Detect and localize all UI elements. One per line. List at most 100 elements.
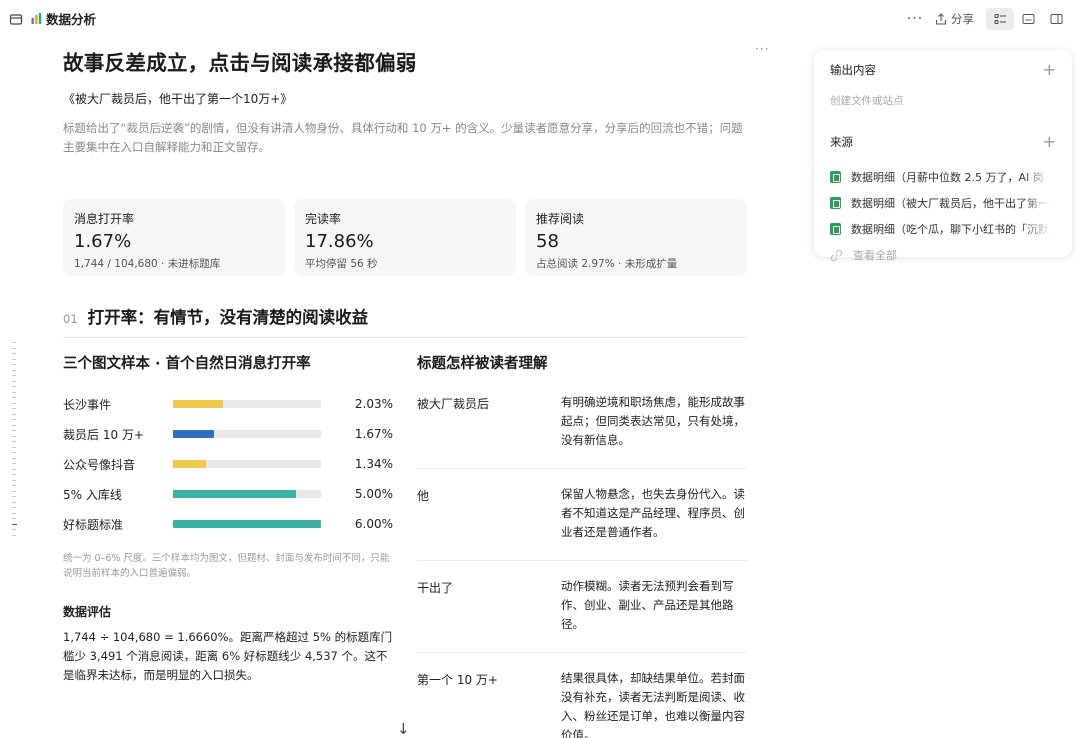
- scroll-minimap[interactable]: [12, 342, 17, 536]
- bar-track: [173, 490, 321, 498]
- sidebar-icon: [1050, 14, 1062, 24]
- bar-track: [173, 520, 321, 528]
- row-desc: 动作模糊。读者无法预判会看到写作、创业、副业、产品还是其他路径。: [561, 579, 734, 631]
- share-label: 分享: [951, 12, 974, 26]
- reader-title: 标题怎样被读者理解: [417, 356, 548, 372]
- minimap-tick: [12, 468, 16, 470]
- folder-icon[interactable]: [9, 12, 23, 26]
- bar-fill: [173, 520, 321, 528]
- minimap-tick: [12, 446, 16, 448]
- minimap-tick: [12, 452, 16, 453]
- section-columns: 三个图文样本 · 首个自然日消息打开率 长沙事件 2.03% 裁员后 10 万+…: [63, 352, 747, 738]
- preview-button[interactable]: [1014, 8, 1042, 30]
- row-desc: 有明确逆境和职场焦虑，能形成故事起点；但同类表达常见，只有处境，没有新信息。: [561, 395, 745, 447]
- window-icon: [1022, 14, 1034, 24]
- block-more-button[interactable]: ···: [755, 42, 769, 56]
- section-heading: 01 打开率：有情节，没有清楚的阅读收益: [63, 304, 747, 338]
- output-label: 输出内容: [830, 63, 876, 77]
- document-title-text: 数据分析: [46, 12, 97, 27]
- metric-card: 推荐阅读 58 占总阅读 2.97% · 未形成扩量: [525, 199, 747, 276]
- bar-fill: [173, 430, 215, 438]
- minimap-tick: [12, 375, 16, 376]
- minimap-tick: [12, 479, 16, 481]
- more-options-button[interactable]: ···: [901, 9, 929, 29]
- bar-track: [173, 430, 321, 438]
- minimap-tick: [12, 518, 16, 519]
- output-header: 输出内容 +: [830, 62, 1056, 78]
- metric-value: 1.67%: [74, 231, 132, 252]
- source-name: 数据明细（月薪中位数 2.5 万了，AI 岗: [851, 171, 1044, 184]
- main-content: 故事反差成立，点击与阅读承接都偏弱 《被大厂裁员后，他干出了第一个10万+》 标…: [63, 40, 747, 738]
- top-bar-right: ··· 分享: [901, 8, 1070, 30]
- bar-value: 5.00%: [354, 487, 393, 501]
- sidebar-toggle-button[interactable]: [1042, 8, 1070, 30]
- bar-chart-icon: [31, 13, 42, 24]
- top-bar-left: 数据分析: [9, 9, 96, 28]
- summary-text: 标题给出了“裁员后逆袭”的剧情，但没有讲清人物身份、具体行动和 10 万+ 的含…: [63, 121, 743, 154]
- minimap-tick: [12, 408, 16, 409]
- minimap-tick: [12, 435, 16, 437]
- open-rate-column: 三个图文样本 · 首个自然日消息打开率 长沙事件 2.03% 裁员后 10 万+…: [63, 352, 403, 738]
- minimap-tick: [12, 501, 16, 503]
- share-button[interactable]: 分享: [929, 9, 980, 29]
- bar-track: [173, 460, 321, 468]
- bar-track: [173, 400, 321, 408]
- source-list: 数据明细（月薪中位数 2.5 万了，AI 岗 数据明细（被大厂裁员后，他干出了第…: [830, 164, 1056, 268]
- minimap-tick: [12, 358, 16, 360]
- metric-value: 17.86%: [305, 231, 374, 252]
- document-title[interactable]: 数据分析: [31, 9, 96, 28]
- add-output-button[interactable]: +: [1043, 62, 1056, 78]
- bars-title: 三个图文样本 · 首个自然日消息打开率: [63, 356, 311, 372]
- add-source-button[interactable]: +: [1043, 134, 1056, 150]
- minimap-tick: [12, 386, 16, 387]
- bar-row: 长沙事件 2.03%: [63, 389, 403, 419]
- source-item[interactable]: 数据明细（被大厂裁员后，他干出了第一: [830, 190, 1056, 216]
- metric-card: 完读率 17.86% 平均停留 56 秒: [294, 199, 516, 276]
- minimap-tick: [12, 529, 16, 530]
- source-item[interactable]: 数据明细（月薪中位数 2.5 万了，AI 岗: [830, 164, 1056, 190]
- outline-toggle-button[interactable]: [986, 8, 1014, 30]
- eval-title: 数据评估: [63, 605, 112, 619]
- bar-value: 6.00%: [354, 517, 393, 531]
- bar-label: 长沙事件: [63, 397, 112, 412]
- minimap-tick: [12, 424, 16, 426]
- source-header: 来源 +: [830, 134, 1056, 150]
- spreadsheet-icon: [830, 171, 841, 183]
- row-desc: 保留人物悬念，也失去身份代入。读者不知道这是产品经理、程序员、创业者还是普通作者…: [561, 487, 745, 539]
- minimap-tick: [12, 364, 16, 365]
- minimap-tick-current: [12, 523, 17, 525]
- bar-value: 1.34%: [354, 457, 393, 471]
- minimap-tick: [12, 353, 16, 354]
- top-bar: 数据分析 ··· 分享: [0, 0, 1080, 36]
- spreadsheet-icon: [830, 197, 841, 209]
- bar-label: 公众号像抖音: [63, 457, 136, 472]
- metric-cards: 消息打开率 1.67% 1,744 / 104,680 · 未进标题库 完读率 …: [63, 199, 747, 276]
- spreadsheet-icon: [830, 223, 841, 235]
- metric-card: 消息打开率 1.67% 1,744 / 104,680 · 未进标题库: [63, 199, 285, 276]
- share-icon: [935, 13, 947, 25]
- view-all-button[interactable]: 查看全部: [830, 242, 1056, 268]
- reader-column: 标题怎样被读者理解 被大厂裁员后 有明确逆境和职场焦虑，能形成故事起点；但同类表…: [417, 352, 747, 738]
- section-number: 01: [63, 312, 78, 326]
- bar-label: 裁员后 10 万+: [63, 427, 144, 442]
- minimap-tick: [12, 342, 16, 343]
- metric-sub: 平均停留 56 秒: [305, 258, 378, 270]
- section-title: 打开率：有情节，没有清楚的阅读收益: [87, 308, 369, 327]
- link-icon: [830, 249, 843, 261]
- minimap-tick: [12, 441, 16, 442]
- row-term: 他: [417, 489, 430, 503]
- bar-row: 裁员后 10 万+ 1.67%: [63, 419, 403, 449]
- source-item[interactable]: 数据明细（吃个瓜，聊下小红书的「沉默: [830, 216, 1056, 242]
- minimap-tick: [12, 463, 16, 464]
- bar-row: 公众号像抖音 1.34%: [63, 449, 403, 479]
- scroll-down-icon[interactable]: ↓: [397, 720, 410, 738]
- table-row: 第一个 10 万+ 结果很具体，却缺结果单位。若封面没有补充，读者无法判断是阅读…: [417, 653, 747, 738]
- source-name: 数据明细（被大厂裁员后，他干出了第一: [851, 197, 1049, 210]
- minimap-tick: [12, 474, 16, 475]
- create-file-link[interactable]: 创建文件或站点: [830, 93, 1056, 108]
- minimap-tick: [12, 507, 16, 508]
- row-desc: 结果很具体，却缺结果单位。若封面没有补充，读者无法判断是阅读、收入、粉丝还是订单…: [561, 671, 745, 738]
- list-icon: [994, 14, 1006, 24]
- bar-label: 好标题标准: [63, 517, 124, 532]
- source-label: 来源: [830, 135, 853, 149]
